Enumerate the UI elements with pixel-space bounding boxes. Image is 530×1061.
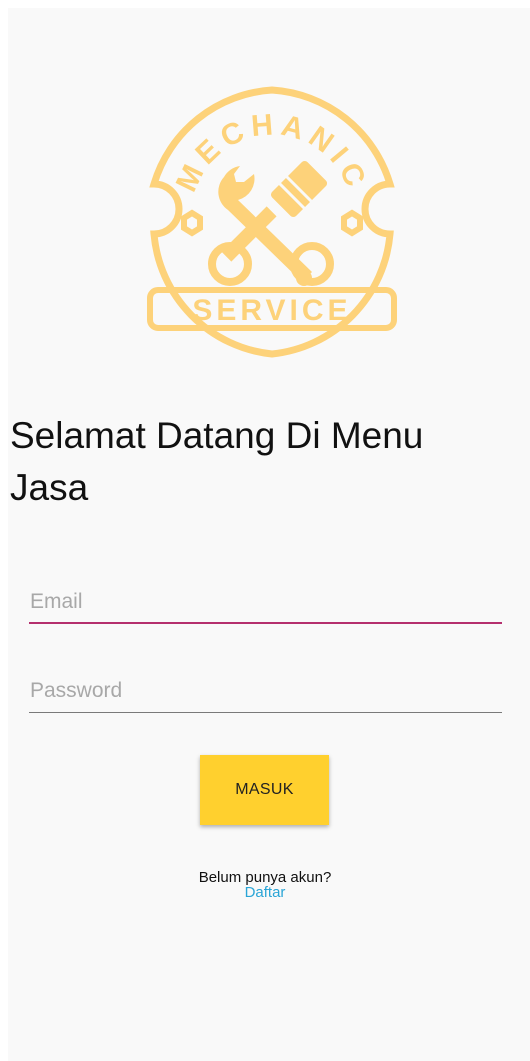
signup-prompt: Belum punya akun? Daftar — [0, 870, 530, 900]
email-input[interactable] — [29, 584, 502, 620]
welcome-line-1: Selamat Datang Di Menu — [10, 415, 424, 456]
password-field — [29, 673, 502, 713]
login-button[interactable]: MASUK — [200, 755, 329, 825]
password-input[interactable] — [29, 673, 502, 709]
mechanic-service-logo: MECHANIC SERVICE — [132, 82, 412, 362]
email-underline — [29, 622, 502, 624]
email-field — [29, 584, 502, 624]
register-link[interactable]: Daftar — [245, 885, 286, 900]
logo-top-text: MECHANIC — [170, 108, 374, 197]
logo-bottom-text: SERVICE — [192, 294, 351, 327]
password-underline — [29, 712, 502, 713]
welcome-line-2: Jasa — [10, 467, 89, 508]
welcome-heading: Selamat Datang Di Menu Jasa — [10, 410, 510, 514]
signup-question: Belum punya akun? — [198, 869, 332, 886]
